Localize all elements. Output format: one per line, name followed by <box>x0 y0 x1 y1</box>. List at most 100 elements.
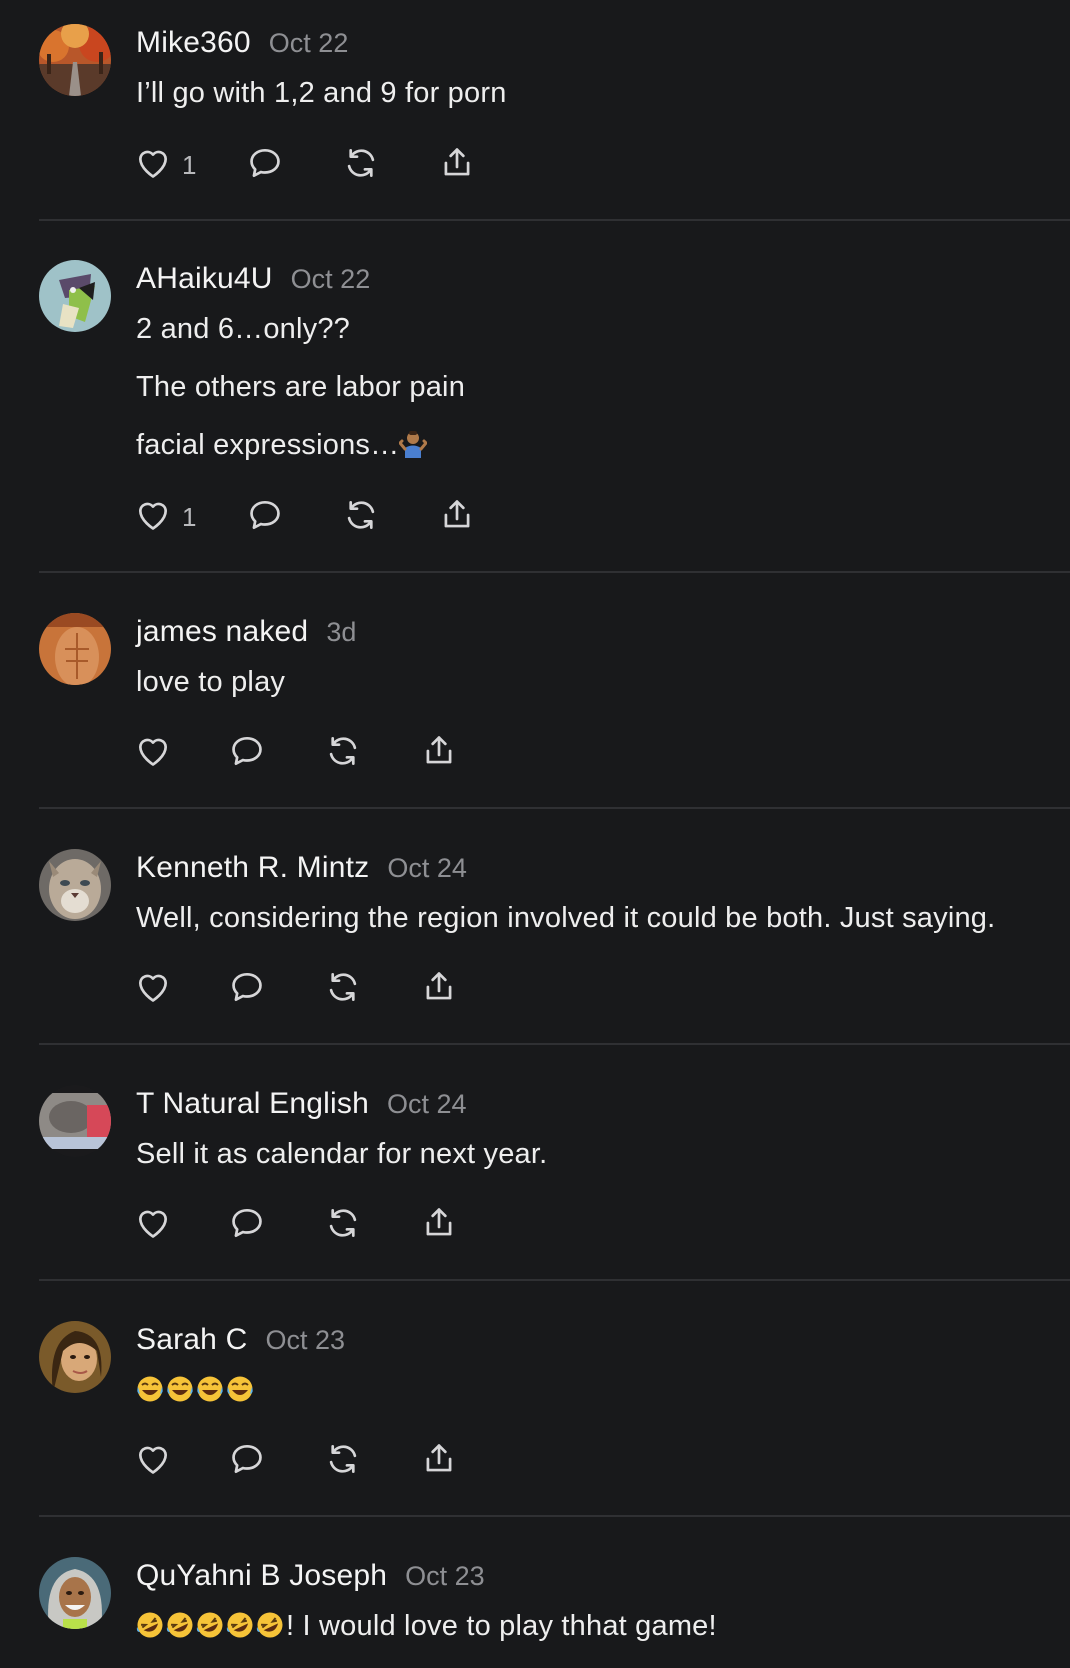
heart-icon <box>138 1446 168 1474</box>
timestamp[interactable]: Oct 24 <box>387 1089 467 1119</box>
comment-header: T Natural English Oct 24 <box>136 1087 467 1121</box>
timestamp[interactable]: Oct 23 <box>405 1561 485 1591</box>
face-with-tears-of-joy-emoji <box>136 1375 164 1403</box>
cougar-avatar[interactable] <box>39 849 111 921</box>
comment-text: facial expressions… <box>136 429 400 461</box>
woman-portrait-avatar[interactable] <box>39 1321 111 1393</box>
face-with-tears-of-joy-emoji <box>226 1375 254 1403</box>
reply-button[interactable] <box>228 1440 266 1480</box>
reply-button[interactable] <box>228 1204 266 1244</box>
comment-header: Kenneth R. Mintz Oct 24 <box>136 851 467 885</box>
repost-button[interactable] <box>324 1204 362 1244</box>
share-icon <box>426 736 452 764</box>
timestamp[interactable]: Oct 22 <box>291 264 371 294</box>
comments-feed: Mike360 Oct 22 I’ll go with 1,2 and 9 for… <box>0 0 1070 1668</box>
repost-button[interactable] <box>342 144 380 184</box>
repost-icon <box>347 500 375 530</box>
like-button[interactable] <box>134 496 172 536</box>
face-with-tears-of-joy-emoji <box>196 1375 224 1403</box>
smiling-woman-avatar[interactable] <box>39 1557 111 1629</box>
share-button[interactable] <box>420 732 458 772</box>
divider <box>39 807 1070 809</box>
comment-text: 2 and 6…only?? <box>136 313 351 345</box>
share-button[interactable] <box>420 968 458 1008</box>
timestamp[interactable]: 3d <box>326 617 356 647</box>
heart-icon <box>138 738 168 766</box>
share-button[interactable] <box>420 1204 458 1244</box>
comment-text: The others are labor pain <box>136 371 466 403</box>
repost-button[interactable] <box>324 1440 362 1480</box>
author-name[interactable]: Mike360 <box>136 26 251 59</box>
share-icon <box>444 500 470 528</box>
repost-button[interactable] <box>342 496 380 536</box>
cubist-portrait-avatar[interactable] <box>39 260 111 332</box>
repost-button[interactable] <box>324 732 362 772</box>
person-shrugging-emoji <box>399 430 428 458</box>
like-button[interactable] <box>134 732 172 772</box>
comment-text: ! I would love to play thhat game! <box>286 1610 717 1642</box>
reply-button[interactable] <box>228 732 266 772</box>
comment-header: QuYahni B Joseph Oct 23 <box>136 1559 485 1593</box>
rolling-on-floor-laughing-emoji <box>196 1611 224 1639</box>
comment-text-line: facial expressions… <box>136 429 429 462</box>
like-button[interactable] <box>134 1440 172 1480</box>
reply-button[interactable] <box>246 496 284 536</box>
comment-text: I’ll go with 1,2 and 9 for porn <box>136 77 507 109</box>
heart-icon <box>138 150 168 178</box>
torso-photo-avatar[interactable] <box>39 613 111 685</box>
comment-header: AHaiku4U Oct 22 <box>136 262 370 296</box>
reply-icon <box>232 972 262 1002</box>
share-button[interactable] <box>438 144 476 184</box>
divider <box>39 1515 1070 1517</box>
rolling-on-floor-laughing-emoji <box>226 1611 254 1639</box>
reply-icon <box>232 1208 262 1238</box>
heart-icon <box>138 1210 168 1238</box>
repost-icon <box>329 1444 357 1474</box>
heart-icon <box>138 502 168 530</box>
divider <box>39 1279 1070 1281</box>
reply-icon <box>232 736 262 766</box>
author-name[interactable]: james naked <box>136 615 308 648</box>
reply-icon <box>250 500 280 530</box>
reply-button[interactable] <box>228 968 266 1008</box>
author-name[interactable]: QuYahni B Joseph <box>136 1559 387 1592</box>
rolling-on-floor-laughing-emoji <box>136 1611 164 1639</box>
author-name[interactable]: AHaiku4U <box>136 262 273 295</box>
share-icon <box>444 148 470 176</box>
like-button[interactable] <box>134 968 172 1008</box>
heart-icon <box>138 974 168 1002</box>
comment-text: love to play <box>136 666 286 698</box>
autumn-road-avatar[interactable] <box>39 24 111 96</box>
share-icon <box>426 972 452 1000</box>
comment-header: Sarah C Oct 23 <box>136 1323 345 1357</box>
repost-icon <box>329 736 357 766</box>
author-name[interactable]: T Natural English <box>136 1087 369 1120</box>
like-button[interactable] <box>134 1204 172 1244</box>
comment-header: Mike360 Oct 22 <box>136 26 348 60</box>
like-count: 1 <box>182 150 197 180</box>
like-count: 1 <box>182 502 197 532</box>
repost-icon <box>329 1208 357 1238</box>
reply-icon <box>250 148 280 178</box>
reply-button[interactable] <box>246 144 284 184</box>
timestamp[interactable]: Oct 24 <box>387 853 467 883</box>
rolling-on-floor-laughing-emoji <box>256 1611 284 1639</box>
reply-icon <box>232 1444 262 1474</box>
repost-button[interactable] <box>324 968 362 1008</box>
timestamp[interactable]: Oct 22 <box>269 28 349 58</box>
author-name[interactable]: Sarah C <box>136 1323 247 1356</box>
share-button[interactable] <box>438 496 476 536</box>
comment-text: Sell it as calendar for next year. <box>136 1138 548 1170</box>
comment-text-line: ! I would love to play thhat game! <box>136 1610 717 1643</box>
rolling-on-floor-laughing-emoji <box>166 1611 194 1639</box>
like-button[interactable] <box>134 144 172 184</box>
share-icon <box>426 1208 452 1236</box>
share-icon <box>426 1444 452 1472</box>
repost-icon <box>329 972 357 1002</box>
rock-photo-avatar[interactable] <box>39 1085 111 1157</box>
divider <box>39 219 1070 221</box>
author-name[interactable]: Kenneth R. Mintz <box>136 851 369 884</box>
share-button[interactable] <box>420 1440 458 1480</box>
timestamp[interactable]: Oct 23 <box>265 1325 345 1355</box>
divider <box>39 1043 1070 1045</box>
